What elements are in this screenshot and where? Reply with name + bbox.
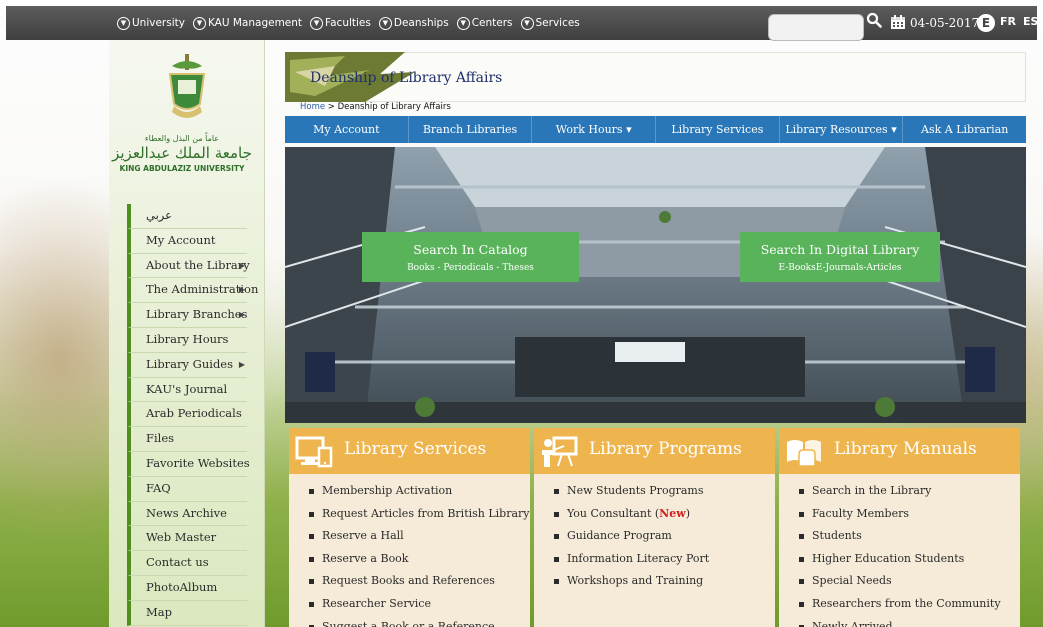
list-item[interactable]: Guidance Program	[552, 525, 775, 548]
breadcrumb: Home > Deanship of Library Affairs	[300, 102, 451, 112]
list-item[interactable]: Workshops and Training	[552, 570, 775, 593]
library-services-panel: Library Services Membership Activation R…	[289, 428, 530, 627]
sidebar-item-administration[interactable]: The Administration ▶	[127, 278, 258, 304]
sidebar-item-arab-periodicals[interactable]: Arab Periodicals	[127, 402, 247, 428]
logo-name-ar: جامعة الملك عبدالعزيز	[112, 144, 252, 162]
current-date: 04-05-2017	[910, 16, 980, 30]
library-manuals-header[interactable]: Library Manuals	[779, 428, 1020, 474]
library-manuals-list: Search in the Library Faculty Members St…	[779, 474, 1020, 627]
sidebar-item-my-account[interactable]: My Account	[127, 228, 247, 254]
sidebar-item-files[interactable]: Files	[127, 427, 247, 452]
new-badge: New	[659, 506, 686, 520]
list-item[interactable]: Request Articles from British Library	[307, 503, 530, 526]
list-item[interactable]: Search in the Library	[797, 480, 1020, 503]
sidebar-item-faq[interactable]: FAQ	[127, 476, 247, 502]
list-item[interactable]: Special Needs	[797, 570, 1020, 593]
chevron-circle-icon: ▼	[520, 16, 534, 30]
main-nav: My Account Branch Libraries Work Hours ▾…	[285, 116, 1026, 143]
nav-work-hours[interactable]: Work Hours ▾	[532, 116, 657, 143]
breadcrumb-home-link[interactable]: Home	[300, 102, 325, 112]
topnav-centers[interactable]: ▼ Centers	[456, 16, 513, 30]
nav-branch-libraries[interactable]: Branch Libraries	[409, 116, 533, 143]
logo-tagline-ar: عاماً من البذل والعطاء	[144, 134, 220, 143]
list-item[interactable]: Reserve a Book	[307, 548, 530, 571]
topnav-university[interactable]: ▼ University	[117, 16, 185, 30]
search-input[interactable]	[768, 14, 864, 41]
sidebar-item-favorite-websites[interactable]: Favorite Websites	[127, 451, 250, 477]
library-programs-header[interactable]: Library Programs	[534, 428, 775, 474]
list-item[interactable]: You Consultant (New)	[552, 503, 775, 526]
chevron-circle-icon: ▼	[378, 16, 392, 30]
submenu-arrow-icon: ▶	[238, 310, 245, 320]
search-digital-library-button[interactable]: Search In Digital Library E-BooksE-Journ…	[740, 232, 940, 282]
sidebar-item-news-archive[interactable]: News Archive	[127, 501, 247, 527]
submenu-arrow-icon: ▶	[238, 260, 245, 270]
top-bar: ▼ University ▼ KAU Management ▼ Faculties ▼…	[6, 6, 1038, 41]
hero-banner: Search In Catalog Books - Periodicals - …	[285, 147, 1026, 423]
hand-manual-icon	[787, 440, 821, 467]
sidebar-item-map[interactable]: Map	[127, 600, 247, 626]
sidebar: عاماً من البذل والعطاء جامعة الملك عبدال…	[109, 40, 265, 627]
list-item[interactable]: New Students Programs	[552, 480, 775, 503]
sidebar-item-library-guides[interactable]: Library Guides ▶	[127, 352, 247, 378]
list-item[interactable]: Researcher Service	[307, 593, 530, 616]
chevron-circle-icon: ▼	[456, 16, 470, 30]
nav-ask-librarian[interactable]: Ask A Librarian	[903, 116, 1026, 143]
list-item[interactable]: Higher Education Students	[797, 548, 1020, 571]
list-item[interactable]: Faculty Members	[797, 503, 1020, 526]
logo-name-en: KING ABDULAZIZ UNIVERSITY	[119, 164, 245, 173]
submenu-arrow-icon: ▶	[238, 285, 245, 295]
library-programs-list: New Students Programs You Consultant (Ne…	[534, 474, 775, 593]
nav-my-account[interactable]: My Account	[285, 116, 409, 143]
sidebar-item-arabic[interactable]: عربي	[127, 204, 247, 229]
nav-library-resources[interactable]: Library Resources ▾	[780, 116, 904, 143]
chevron-circle-icon: ▼	[192, 16, 206, 30]
sidebar-item-library-branches[interactable]: Library Branches ▶	[127, 303, 247, 328]
list-item[interactable]: Reserve a Hall	[307, 525, 530, 548]
library-programs-panel: Library Programs New Students Programs Y…	[534, 428, 775, 627]
search-catalog-button[interactable]: Search In Catalog Books - Periodicals - …	[362, 232, 579, 282]
library-services-list: Membership Activation Request Articles f…	[289, 474, 530, 627]
university-logo[interactable]	[164, 52, 210, 126]
search-icon[interactable]	[866, 12, 882, 28]
topnav-kau-management[interactable]: ▼ KAU Management	[192, 16, 302, 30]
lang-e-button[interactable]: E	[977, 14, 995, 32]
sidebar-item-web-master[interactable]: Web Master	[127, 526, 247, 552]
devices-icon	[295, 436, 333, 468]
list-item[interactable]: Students	[797, 525, 1020, 548]
lang-es-button[interactable]: ES	[1023, 15, 1038, 28]
sidebar-item-library-hours[interactable]: Library Hours	[127, 327, 247, 353]
library-atrium-photo	[285, 147, 1026, 423]
list-item[interactable]: Newly Arrived	[797, 616, 1020, 627]
list-item[interactable]: Membership Activation	[307, 480, 530, 503]
list-item[interactable]: Suggest a Book or a Reference	[307, 616, 530, 627]
sidebar-item-photo-album[interactable]: PhotoAlbum	[127, 575, 247, 601]
top-nav: ▼ University ▼ KAU Management ▼ Faculties ▼…	[117, 6, 588, 40]
chevron-circle-icon: ▼	[117, 16, 130, 30]
sidebar-item-contact-us[interactable]: Contact us	[127, 551, 247, 576]
library-manuals-panel: Library Manuals Search in the Library Fa…	[779, 428, 1020, 627]
page-title: Deanship of Library Affairs	[310, 70, 503, 86]
breadcrumb-current: Deanship of Library Affairs	[337, 102, 451, 112]
nav-library-services[interactable]: Library Services	[656, 116, 780, 143]
presentation-icon	[542, 436, 578, 467]
list-item[interactable]: Information Literacy Port	[552, 548, 775, 571]
library-services-header[interactable]: Library Services	[289, 428, 530, 474]
sidebar-item-kau-journal[interactable]: KAU's Journal	[127, 377, 247, 403]
calendar-icon	[891, 15, 905, 29]
list-item[interactable]: Researchers from the Community	[797, 593, 1020, 616]
list-item[interactable]: Request Books and References	[307, 570, 530, 593]
chevron-circle-icon: ▼	[310, 16, 324, 30]
sidebar-menu: عربي My Account About the Library ▶ The A…	[127, 204, 258, 626]
submenu-arrow-icon: ▶	[238, 359, 245, 369]
lang-fr-button[interactable]: FR	[1000, 15, 1016, 28]
sidebar-item-about-library[interactable]: About the Library ▶	[127, 253, 250, 279]
topnav-services[interactable]: ▼ Services	[520, 16, 580, 30]
topnav-faculties[interactable]: ▼ Faculties	[310, 16, 371, 30]
topnav-deanships[interactable]: ▼ Deanships	[378, 16, 449, 30]
